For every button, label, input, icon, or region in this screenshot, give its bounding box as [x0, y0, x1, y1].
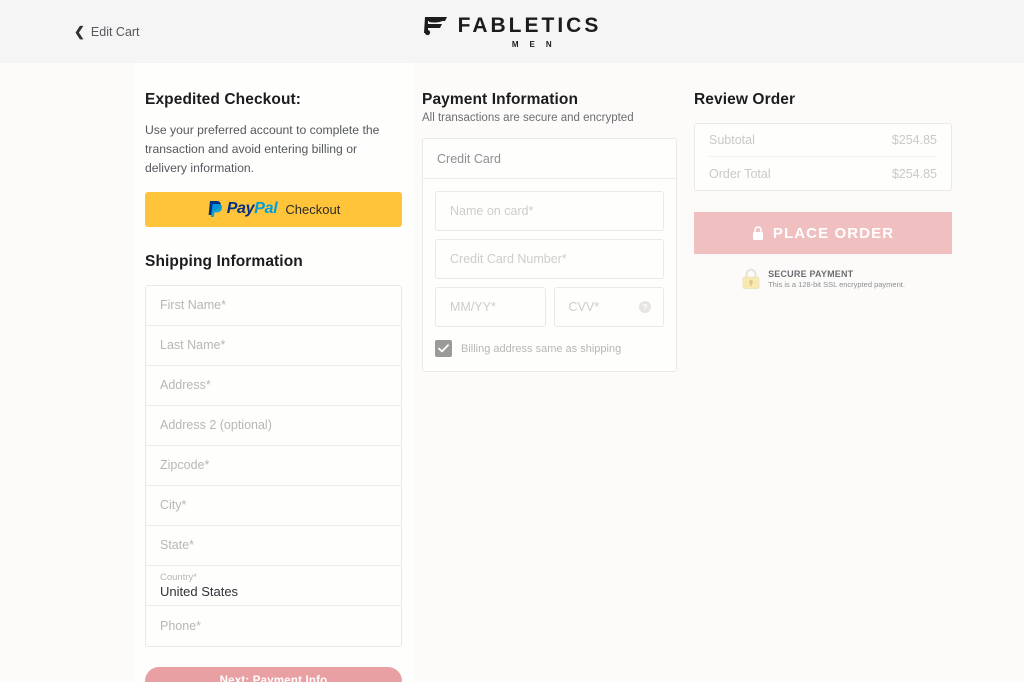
- cvv-placeholder: CVV*: [568, 300, 600, 314]
- next-payment-info-button[interactable]: Next: Payment Info: [145, 666, 402, 682]
- shipping-information-title: Shipping Information: [145, 252, 303, 270]
- brand-logo[interactable]: FABLETICS M E N: [0, 14, 1024, 49]
- fabletics-wing-mark-icon: [423, 17, 447, 36]
- brand-subwordmark: M E N: [511, 40, 557, 49]
- summary-row-subtotal: Subtotal $254.85: [709, 124, 937, 157]
- shipping-form: First Name* Last Name* Address* Address …: [145, 284, 402, 647]
- review-order-title: Review Order: [694, 91, 796, 108]
- paypal-pay-text: Pay: [226, 200, 255, 218]
- payment-method-selector[interactable]: Credit Card: [423, 139, 676, 179]
- secure-payment-text: This is a 128-bit SSL encrypted payment.: [768, 279, 905, 289]
- order-total-label: Order Total: [709, 166, 771, 181]
- secure-payment-title: SECURE PAYMENT: [768, 268, 854, 279]
- card-number-field[interactable]: Credit Card Number*: [435, 239, 664, 279]
- first-name-placeholder: First Name*: [160, 298, 226, 313]
- cvv-field[interactable]: CVV* ?: [553, 287, 664, 327]
- question-mark-icon[interactable]: ?: [639, 301, 651, 313]
- expedited-checkout-title: Expedited Checkout:: [145, 91, 302, 108]
- billing-same-checkbox[interactable]: [435, 340, 452, 357]
- expiry-placeholder: MM/YY*: [450, 300, 496, 314]
- secure-payment-badge: SECURE PAYMENT This is a 128-bit SSL enc…: [694, 268, 952, 290]
- checkout-page: Expedited Checkout: Use your preferred a…: [0, 63, 1024, 682]
- page-header: ❮ Edit Cart FABLETICS M E N: [0, 0, 1024, 63]
- payment-column: Payment Information All transactions are…: [422, 91, 677, 372]
- brand-wordmark: FABLETICS: [457, 13, 602, 37]
- order-total-value: $254.85: [891, 166, 937, 181]
- subtotal-label: Subtotal: [709, 133, 755, 147]
- name-on-card-field[interactable]: Name on card*: [435, 191, 664, 231]
- padlock-icon: [742, 268, 760, 289]
- shipping-column: Expedited Checkout: Use your preferred a…: [134, 63, 413, 682]
- address-field[interactable]: Address*: [146, 366, 401, 406]
- expedited-checkout-blurb: Use your preferred account to complete t…: [145, 123, 380, 175]
- payment-method-label: Credit Card: [437, 151, 501, 166]
- phone-placeholder: Phone*: [160, 618, 202, 633]
- phone-field[interactable]: Phone*: [146, 606, 401, 646]
- order-summary: Subtotal $254.85 Order Total $254.85: [694, 123, 952, 191]
- state-placeholder: State*: [160, 538, 195, 553]
- zipcode-field[interactable]: Zipcode*: [146, 446, 401, 486]
- address2-field[interactable]: Address 2 (optional): [146, 406, 401, 446]
- first-name-field[interactable]: First Name*: [146, 286, 401, 326]
- payment-security-note: All transactions are secure and encrypte…: [422, 112, 634, 124]
- subtotal-value: $254.85: [891, 133, 937, 147]
- address2-placeholder: Address 2 (optional): [160, 418, 272, 433]
- billing-same-label: Billing address same as shipping: [461, 342, 622, 355]
- paypal-pal-text: Pal: [254, 200, 278, 218]
- name-on-card-placeholder: Name on card*: [450, 204, 534, 218]
- place-order-button[interactable]: PLACE ORDER: [694, 212, 952, 254]
- country-value: United States: [160, 583, 239, 599]
- last-name-field[interactable]: Last Name*: [146, 326, 401, 366]
- summary-row-order-total: Order Total $254.85: [709, 157, 937, 190]
- payment-information-title: Payment Information: [422, 91, 579, 108]
- place-order-label: PLACE ORDER: [772, 224, 895, 242]
- city-field[interactable]: City*: [146, 486, 401, 526]
- billing-same-as-shipping-row[interactable]: Billing address same as shipping: [435, 340, 664, 359]
- paypal-checkout-button[interactable]: Pay Pal Checkout: [145, 191, 402, 227]
- checkmark-icon: [438, 344, 449, 353]
- paypal-logo-icon: Pay Pal: [207, 200, 278, 218]
- paypal-checkout-label: Checkout: [285, 201, 341, 217]
- address-placeholder: Address*: [160, 378, 211, 393]
- state-field[interactable]: State*: [146, 526, 401, 566]
- review-order-column: Review Order Subtotal $254.85 Order Tota…: [694, 91, 952, 290]
- next-payment-info-label: Next: Payment Info: [219, 674, 328, 682]
- payment-form: Credit Card Name on card* Credit Card Nu…: [422, 138, 677, 372]
- country-field[interactable]: Country* United States: [146, 566, 401, 606]
- city-placeholder: City*: [160, 498, 187, 513]
- zipcode-placeholder: Zipcode*: [160, 458, 210, 473]
- lock-icon: [752, 225, 763, 240]
- expiry-field[interactable]: MM/YY*: [435, 287, 546, 327]
- country-label: Country*: [160, 571, 197, 583]
- last-name-placeholder: Last Name*: [160, 338, 226, 353]
- card-number-placeholder: Credit Card Number*: [450, 252, 567, 266]
